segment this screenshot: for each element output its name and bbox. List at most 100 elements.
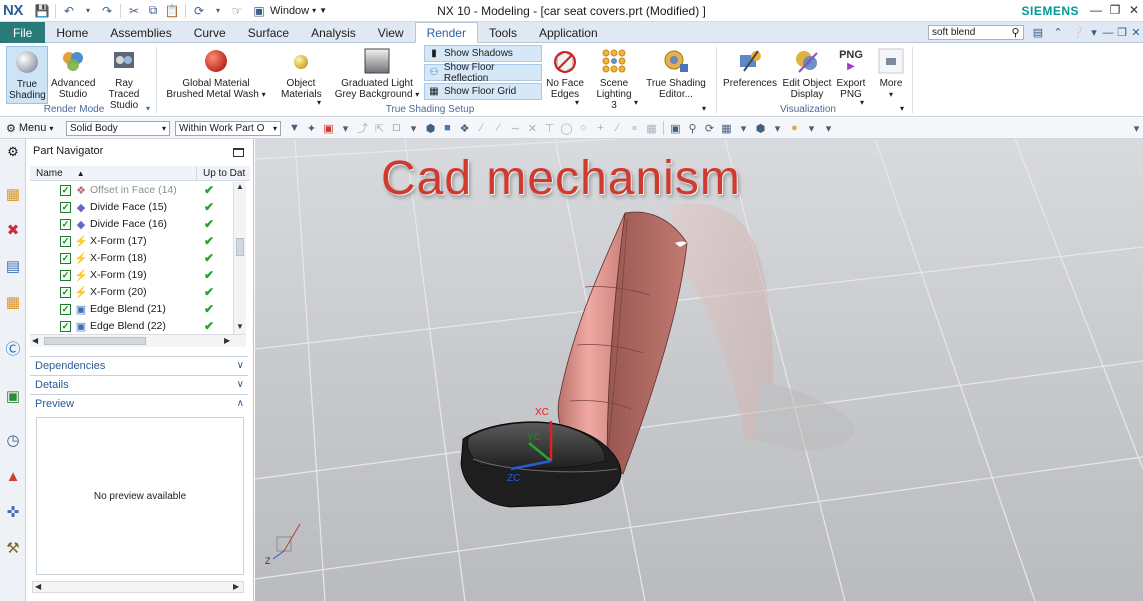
table-row[interactable]: ✓ ❖ Offset in Face (14) ✔ xyxy=(30,182,238,199)
object-materials-button[interactable]: Object Materials ▾ xyxy=(274,46,328,107)
ray-traced-studio-button[interactable]: Ray Traced Studio xyxy=(98,46,150,111)
table-row[interactable]: ✓ ◆ Divide Face (16) ✔ xyxy=(30,216,238,233)
save-icon[interactable]: 💾 xyxy=(34,3,50,19)
details-panel-header[interactable]: Details ∨ xyxy=(30,375,248,393)
tab-application[interactable]: Application xyxy=(528,22,609,43)
dependencies-panel-header[interactable]: Dependencies ∨ xyxy=(30,356,248,374)
tab-render[interactable]: Render xyxy=(414,22,478,43)
visibility-checkbox[interactable]: ✓ xyxy=(60,236,71,247)
true-shading-editor-button[interactable]: True Shading Editor... xyxy=(644,46,708,100)
tangent-icon[interactable]: ∕ xyxy=(609,120,626,136)
visibility-checkbox[interactable]: ✓ xyxy=(60,202,71,213)
assembly-navigator-icon[interactable]: ▦ xyxy=(2,183,24,205)
table-row[interactable]: ✓ ⚡ X-Form (20) ✔ xyxy=(30,284,238,301)
history-icon[interactable]: ▣ xyxy=(2,385,24,407)
visibility-checkbox[interactable]: ✓ xyxy=(60,287,71,298)
export-png-button[interactable]: PNG ▶ Export PNG ▾ xyxy=(834,46,868,108)
intersection-icon[interactable]: ✕ xyxy=(524,120,541,136)
rotate-icon[interactable]: ⟳ xyxy=(701,120,718,136)
render-style-icon[interactable]: ⬢ xyxy=(752,120,769,136)
no-face-edges-button[interactable]: No Face Edges ▾ xyxy=(545,46,585,107)
visibility-checkbox[interactable]: ✓ xyxy=(60,270,71,281)
chevron-down-icon[interactable]: ▾ xyxy=(405,120,422,136)
scroll-down-icon[interactable]: ▼ xyxy=(236,322,244,331)
cut-icon[interactable]: ✂ xyxy=(126,3,142,19)
circle-icon[interactable]: ○ xyxy=(575,120,592,136)
table-row[interactable]: ✓ ⚡ X-Form (19) ✔ xyxy=(30,267,238,284)
reuse-library-icon[interactable]: ▦ xyxy=(2,291,24,313)
preferences-button[interactable]: Preferences xyxy=(722,46,778,89)
tab-view[interactable]: View xyxy=(367,22,415,43)
table-row[interactable]: ✓ ⚡ X-Form (17) ✔ xyxy=(30,233,238,250)
scroll-right-icon[interactable]: ▶ xyxy=(233,582,239,591)
scroll-left-icon[interactable]: ◀ xyxy=(32,336,38,345)
scroll-thumb[interactable] xyxy=(44,337,146,345)
table-row[interactable]: ✓ ▣ Edge Blend (21) ✔ xyxy=(30,301,238,318)
chevron-down-icon[interactable]: ▾ xyxy=(337,120,354,136)
polyline-icon[interactable]: ∼ xyxy=(507,120,524,136)
scroll-up-icon[interactable]: ▲ xyxy=(236,182,244,191)
command-finder-icon[interactable]: ▤ xyxy=(1030,25,1046,40)
show-shadows-toggle[interactable]: ▮ Show Shadows xyxy=(424,45,542,62)
undo-dropdown-icon[interactable]: ▾ xyxy=(80,3,96,19)
search-icon[interactable]: ⚲ xyxy=(1008,25,1023,40)
table-row[interactable]: ✓ ⚡ X-Form (18) ✔ xyxy=(30,250,238,267)
rectangle-select-icon[interactable]: □ xyxy=(388,120,405,136)
repeat-command-icon[interactable]: ⟳ xyxy=(191,3,207,19)
tab-home[interactable]: Home xyxy=(45,22,99,43)
background-sphere-icon[interactable]: ● xyxy=(786,120,803,136)
snap-point-icon[interactable]: ▣ xyxy=(320,120,337,136)
tab-analysis[interactable]: Analysis xyxy=(300,22,367,43)
curve-icon[interactable]: ∕ xyxy=(490,120,507,136)
point-on-face-icon[interactable]: ⚬ xyxy=(626,120,643,136)
selection-scope-select[interactable]: Within Work Part O ▾ xyxy=(175,120,281,136)
minimize-icon[interactable]: — xyxy=(1087,2,1105,18)
global-material-button[interactable]: Global Material Brushed Metal Wash ▾ xyxy=(166,46,266,100)
chevron-down-icon[interactable]: ▾ xyxy=(769,120,786,136)
show-floor-reflection-toggle[interactable]: ⚇ Show Floor Reflection xyxy=(424,62,542,84)
plus-icon[interactable]: + xyxy=(592,120,609,136)
scroll-thumb[interactable] xyxy=(236,238,244,256)
window-menu[interactable]: ▣ Window ▾ ▼ xyxy=(251,3,327,19)
graphics-window[interactable]: XC YC ZC Z Cad mechanism xyxy=(255,139,1143,601)
type-filter-select[interactable]: Solid Body ▾ xyxy=(66,120,170,136)
scroll-left-icon[interactable]: ◀ xyxy=(35,582,41,591)
filter-icon[interactable]: ▼ xyxy=(286,120,303,136)
column-name-header[interactable]: Name ▲ xyxy=(30,166,197,180)
chevron-down-icon[interactable]: ▾ xyxy=(803,120,820,136)
vertical-scrollbar[interactable]: ▲ ▼ xyxy=(233,182,246,334)
repeat-dropdown-icon[interactable]: ▾ xyxy=(210,3,226,19)
advanced-studio-button[interactable]: Advanced Studio xyxy=(50,46,96,100)
column-uptodate-header[interactable]: Up to Dat xyxy=(197,166,245,180)
ribbon-collapse-icon[interactable]: ⌃ xyxy=(1050,25,1066,40)
tab-curve[interactable]: Curve xyxy=(183,22,237,43)
midpoint-icon[interactable]: ⊤ xyxy=(541,120,558,136)
process-studio-icon[interactable]: ✜ xyxy=(2,501,24,523)
horizontal-scrollbar[interactable]: ◀ ▶ xyxy=(30,334,246,347)
toolbar-overflow-icon[interactable]: ▾ xyxy=(1128,120,1143,136)
show-floor-grid-toggle[interactable]: ▦ Show Floor Grid xyxy=(424,83,542,100)
chevron-down-icon[interactable]: ▾ xyxy=(702,104,706,113)
maximize-icon[interactable] xyxy=(233,148,244,157)
part-navigator-icon[interactable]: ▤ xyxy=(2,255,24,277)
constraint-navigator-icon[interactable]: ✖ xyxy=(2,219,24,241)
bounded-grid-icon[interactable]: ▦ xyxy=(643,120,660,136)
snap-icon[interactable]: ⤴ xyxy=(354,120,371,136)
roles-icon[interactable]: ⚒ xyxy=(2,537,24,559)
visibility-checkbox[interactable]: ✓ xyxy=(60,185,71,196)
zoom-icon[interactable]: ⚲ xyxy=(684,120,701,136)
paste-icon[interactable]: 📋 xyxy=(164,3,180,19)
more-button[interactable]: More ▾ xyxy=(874,46,908,100)
tab-surface[interactable]: Surface xyxy=(237,22,300,43)
feature-select-icon[interactable]: ❖ xyxy=(456,120,473,136)
clock-icon[interactable]: ◷ xyxy=(2,429,24,451)
select-all-icon[interactable]: ✦ xyxy=(303,120,320,136)
web-browser-icon[interactable]: Ⓒ xyxy=(2,337,24,359)
undo-icon[interactable]: ↶ xyxy=(61,3,77,19)
copy-icon[interactable]: ⧉ xyxy=(145,3,161,19)
table-row[interactable]: ✓ ◆ Divide Face (15) ✔ xyxy=(30,199,238,216)
scene-lighting-button[interactable]: Scene Lighting 3 ▾ xyxy=(588,46,640,111)
menu-button[interactable]: ⚙ Menu ▾ xyxy=(0,122,66,135)
gear-icon[interactable]: ⚙ xyxy=(2,141,24,163)
doc-close-icon[interactable]: ✕ xyxy=(1128,25,1143,40)
